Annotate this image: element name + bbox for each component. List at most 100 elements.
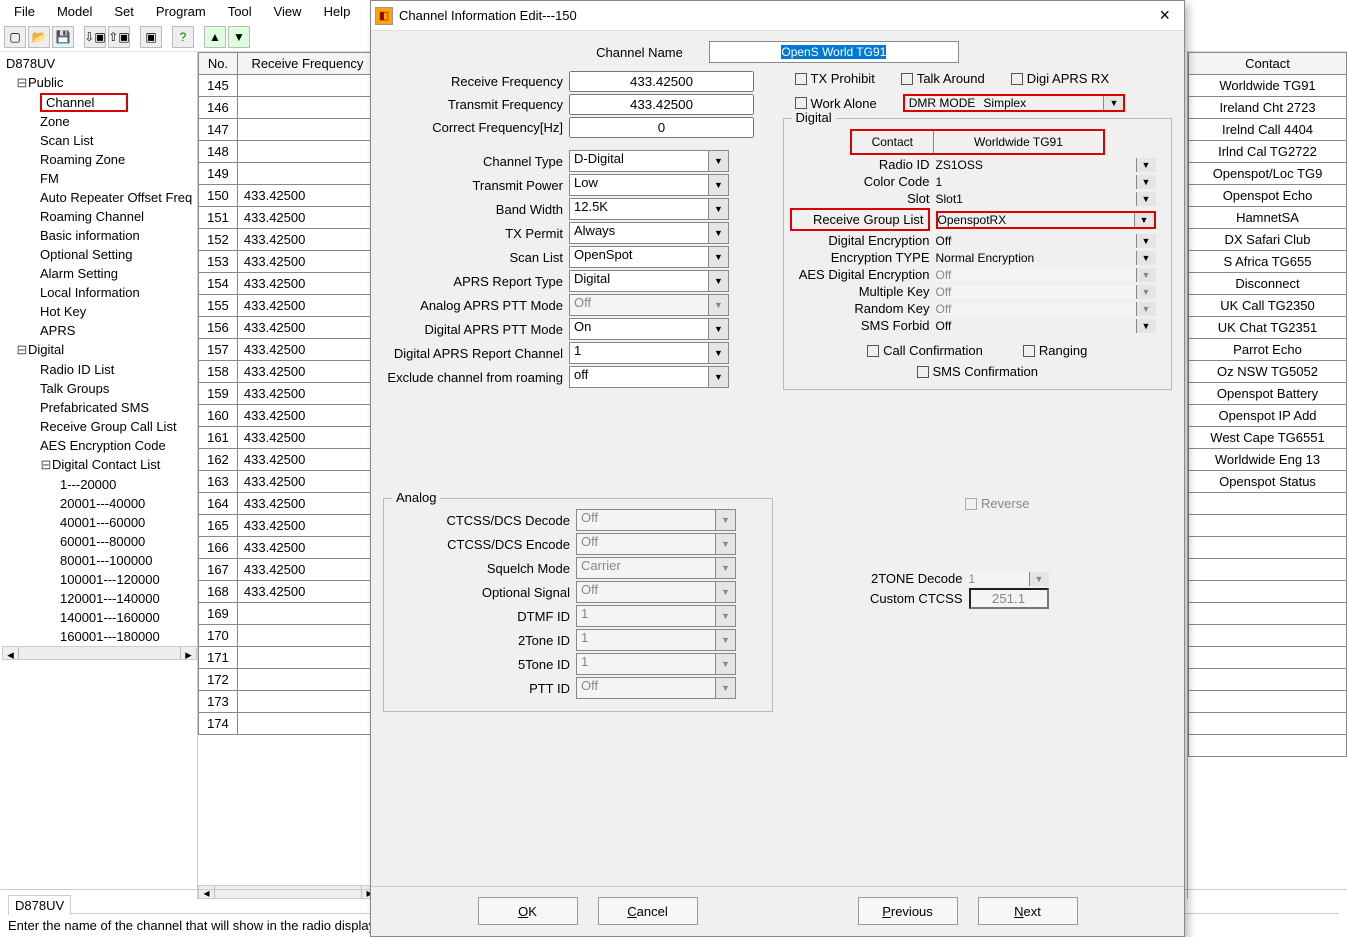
contact-value[interactable]: Worldwide TG91: [934, 131, 1103, 153]
tree-dcl-4[interactable]: 60001---80000: [2, 532, 197, 551]
tree-fm[interactable]: FM: [2, 169, 197, 188]
table-row[interactable]: 161433.42500: [199, 427, 378, 449]
table-row[interactable]: 145: [199, 75, 378, 97]
tree-dcl-7[interactable]: 120001---140000: [2, 589, 197, 608]
grid-header-rx[interactable]: Receive Frequency: [237, 53, 377, 75]
table-row[interactable]: 159433.42500: [199, 383, 378, 405]
down-arrow-icon[interactable]: ▼: [228, 26, 250, 48]
table-row[interactable]: 155433.42500: [199, 295, 378, 317]
table-row[interactable]: 162433.42500: [199, 449, 378, 471]
grid-header-no[interactable]: No.: [199, 53, 238, 75]
tree-dcl-8[interactable]: 140001---160000: [2, 608, 197, 627]
next-button[interactable]: Next: [978, 897, 1078, 925]
save-icon[interactable]: 💾: [52, 26, 74, 48]
list-item[interactable]: West Cape TG6551: [1189, 427, 1347, 449]
list-item[interactable]: Openspot Echo: [1189, 185, 1347, 207]
digital-encryption-select[interactable]: Off▼: [936, 234, 1156, 248]
bandwidth-select[interactable]: 12.5K▼: [569, 198, 729, 220]
previous-button[interactable]: Previous: [858, 897, 958, 925]
radio-id-select[interactable]: ZS1OSS▼: [936, 158, 1156, 172]
ranging-check[interactable]: Ranging: [1023, 343, 1087, 358]
table-row[interactable]: 173: [199, 691, 378, 713]
table-row[interactable]: 160433.42500: [199, 405, 378, 427]
list-item[interactable]: Openspot Status: [1189, 471, 1347, 493]
menu-set[interactable]: Set: [104, 2, 144, 21]
rx-group-list-select[interactable]: OpenspotRX▼: [936, 211, 1156, 229]
rx-freq-input[interactable]: [569, 71, 754, 92]
table-row[interactable]: 154433.42500: [199, 273, 378, 295]
tree-optional-setting[interactable]: Optional Setting: [2, 245, 197, 264]
menu-model[interactable]: Model: [47, 2, 102, 21]
tree-basic-info[interactable]: Basic information: [2, 226, 197, 245]
channel-grid[interactable]: No. Receive Frequency 145146147148149150…: [198, 52, 378, 899]
list-item[interactable]: Openspot IP Add: [1189, 405, 1347, 427]
digi-aprs-rx-check[interactable]: Digi APRS RX: [1011, 71, 1109, 86]
table-row[interactable]: 148: [199, 141, 378, 163]
new-icon[interactable]: ▢: [4, 26, 26, 48]
sms-forbid-select[interactable]: Off▼: [936, 319, 1156, 333]
tree-dcl-1[interactable]: 1---20000: [2, 475, 197, 494]
aprs-report-type-select[interactable]: Digital▼: [569, 270, 729, 292]
device-icon[interactable]: ▣: [140, 26, 162, 48]
open-icon[interactable]: 📂: [28, 26, 50, 48]
tree-prefab-sms[interactable]: Prefabricated SMS: [2, 398, 197, 417]
table-row[interactable]: 174: [199, 713, 378, 735]
tree-scan-list[interactable]: Scan List: [2, 131, 197, 150]
channel-name-input[interactable]: OpenS World TG91: [781, 45, 886, 59]
tree-roaming-zone[interactable]: Roaming Zone: [2, 150, 197, 169]
dialog-titlebar[interactable]: ◧ Channel Information Edit---150 ×: [371, 1, 1184, 31]
correct-freq-input[interactable]: [569, 117, 754, 138]
write-radio-icon[interactable]: ⇧▣: [108, 26, 130, 48]
navigation-tree[interactable]: D878UV ⊟Public Channel Zone Scan List Ro…: [0, 52, 198, 899]
table-row[interactable]: 165433.42500: [199, 515, 378, 537]
list-item[interactable]: Worldwide Eng 13: [1189, 449, 1347, 471]
list-item[interactable]: Ireland Cht 2723: [1189, 97, 1347, 119]
tx-freq-input[interactable]: [569, 94, 754, 115]
call-confirmation-check[interactable]: Call Confirmation: [867, 343, 983, 358]
digital-aprs-channel-select[interactable]: 1▼: [569, 342, 729, 364]
encryption-type-select[interactable]: Normal Encryption▼: [936, 251, 1156, 265]
table-row[interactable]: 171: [199, 647, 378, 669]
tree-roaming-channel[interactable]: Roaming Channel: [2, 207, 197, 226]
list-item[interactable]: Parrot Echo: [1189, 339, 1347, 361]
tree-aes-encryption[interactable]: AES Encryption Code: [2, 436, 197, 455]
menu-help[interactable]: Help: [314, 2, 361, 21]
list-item[interactable]: UK Chat TG2351: [1189, 317, 1347, 339]
list-item[interactable]: Irlnd Cal TG2722: [1189, 141, 1347, 163]
tree-dcl-2[interactable]: 20001---40000: [2, 494, 197, 513]
contact-panel[interactable]: Contact Worldwide TG91Ireland Cht 2723Ir…: [1187, 52, 1347, 899]
list-item[interactable]: UK Call TG2350: [1189, 295, 1347, 317]
tree-local-info[interactable]: Local Information: [2, 283, 197, 302]
list-item[interactable]: Disconnect: [1189, 273, 1347, 295]
table-row[interactable]: 166433.42500: [199, 537, 378, 559]
tree-root[interactable]: D878UV: [2, 54, 197, 73]
menu-program[interactable]: Program: [146, 2, 216, 21]
tree-talk-groups[interactable]: Talk Groups: [2, 379, 197, 398]
tree-dcl-6[interactable]: 100001---120000: [2, 570, 197, 589]
table-row[interactable]: 164433.42500: [199, 493, 378, 515]
scan-list-select[interactable]: OpenSpot▼: [569, 246, 729, 268]
exclude-roaming-select[interactable]: off▼: [569, 366, 729, 388]
tree-dcl-9[interactable]: 160001---180000: [2, 627, 197, 646]
table-row[interactable]: 169: [199, 603, 378, 625]
read-radio-icon[interactable]: ⇩▣: [84, 26, 106, 48]
close-icon[interactable]: ×: [1151, 5, 1178, 26]
tree-dcl-5[interactable]: 80001---100000: [2, 551, 197, 570]
table-row[interactable]: 149: [199, 163, 378, 185]
tree-hscroll[interactable]: ◂▸: [2, 646, 197, 660]
table-row[interactable]: 167433.42500: [199, 559, 378, 581]
list-item[interactable]: Openspot/Loc TG9: [1189, 163, 1347, 185]
table-row[interactable]: 157433.42500: [199, 339, 378, 361]
talk-around-check[interactable]: Talk Around: [901, 71, 985, 86]
ok-button[interactable]: OOKK: [478, 897, 578, 925]
tree-dcl[interactable]: ⊟Digital Contact List: [2, 455, 197, 475]
list-item[interactable]: Irelnd Call 4404: [1189, 119, 1347, 141]
tree-alarm-setting[interactable]: Alarm Setting: [2, 264, 197, 283]
table-row[interactable]: 163433.42500: [199, 471, 378, 493]
table-row[interactable]: 168433.42500: [199, 581, 378, 603]
help-icon[interactable]: ?: [172, 26, 194, 48]
slot-select[interactable]: Slot1▼: [936, 192, 1156, 206]
table-row[interactable]: 158433.42500: [199, 361, 378, 383]
menu-tool[interactable]: Tool: [218, 2, 262, 21]
tree-public[interactable]: ⊟Public: [2, 73, 197, 93]
